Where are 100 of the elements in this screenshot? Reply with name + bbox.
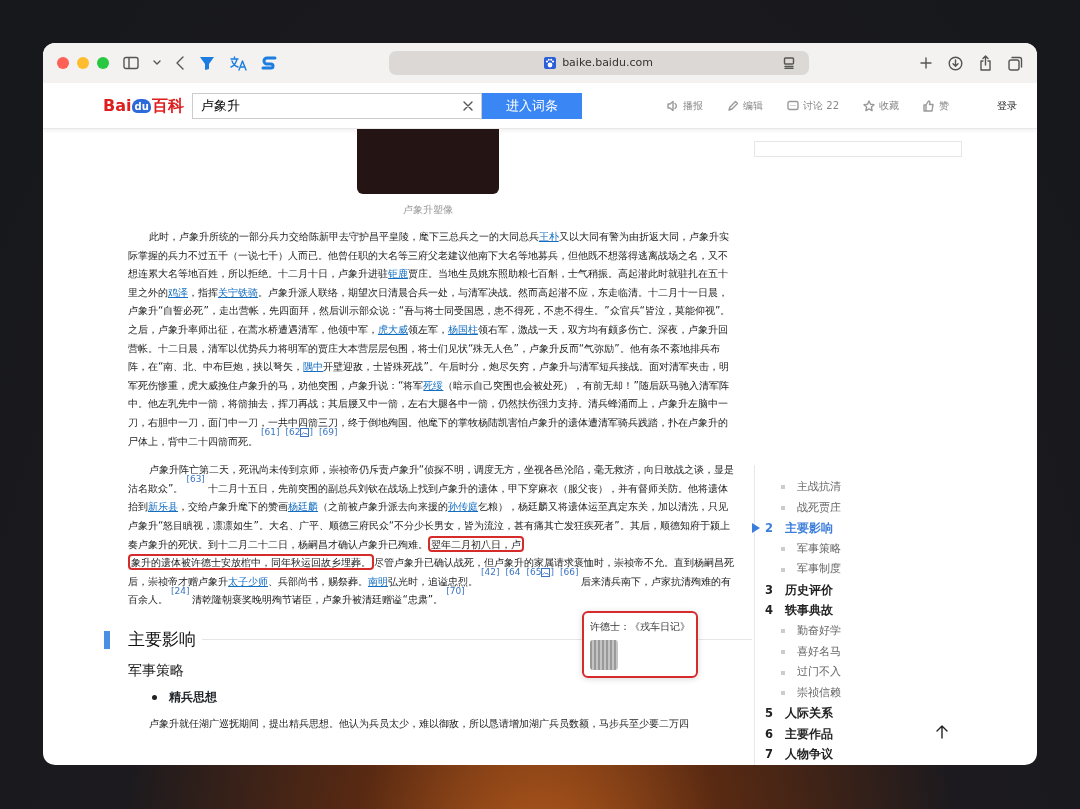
chevron-down-icon[interactable] <box>153 60 161 66</box>
toc-item-title: 军事制度 <box>797 561 841 578</box>
text-link[interactable]: 王朴 <box>538 230 559 242</box>
highlighted-text: 翌年二月初八日，卢 <box>428 535 524 552</box>
bullet-heading: 精兵思想 <box>169 689 217 707</box>
speaker-icon[interactable] <box>667 99 680 112</box>
text-link[interactable]: 死绥 <box>423 378 444 391</box>
toc-item[interactable]: 勤奋好学 <box>765 621 962 642</box>
text-link[interactable]: 新乐县 <box>148 500 178 513</box>
citation-link[interactable]: [63] <box>186 474 205 485</box>
text-link[interactable]: 孙传庭 <box>448 500 478 513</box>
triangle-icon <box>752 522 760 533</box>
search-button[interactable]: 进入词条 <box>481 92 582 119</box>
citation-link[interactable]: [42] <box>481 567 500 578</box>
action-link[interactable]: 编辑 <box>743 98 764 113</box>
popup-label: 许德士：《戎车日记》 <box>590 619 690 634</box>
action-link[interactable]: 讨论 22 <box>803 98 839 113</box>
toc-item-title: 战死贾庄 <box>797 499 841 516</box>
toc-item[interactable]: 军事策略 <box>765 538 962 560</box>
toc-item[interactable]: 军事制度 <box>765 559 962 580</box>
action-link[interactable]: 播报 <box>683 98 704 113</box>
paragraph: 卢象升就任湖广巡抚期间，提出精兵思想。他认为兵员太少，难以御敌，所以恳请增加湖广兵员数额，马步兵至少要二万四 <box>147 716 690 732</box>
translate-icon[interactable] <box>229 55 247 71</box>
section-heading: 主要影响 <box>128 627 196 651</box>
text-link[interactable]: 鸡泽 <box>168 285 188 298</box>
text-link[interactable]: 隅中 <box>303 360 324 373</box>
s-logo-icon[interactable] <box>261 55 277 71</box>
citation-link[interactable]: [64 <box>505 567 521 578</box>
funnel-icon[interactable] <box>199 55 215 71</box>
bullet-icon <box>781 691 785 696</box>
toc-item[interactable]: 3 历史评价 <box>765 579 962 601</box>
bullet-icon <box>781 485 785 490</box>
action-link[interactable]: 赞 <box>939 98 949 113</box>
book-thumbnail <box>590 639 618 670</box>
toc-item[interactable]: 5 人际关系 <box>765 703 962 725</box>
toc-title: 主要影响 <box>785 519 833 537</box>
address-bar[interactable]: baike.baidu.com <box>388 51 809 75</box>
citation-link[interactable]: [65 ] <box>526 567 554 578</box>
text-link[interactable]: 杨国柱 <box>448 322 478 335</box>
clear-icon[interactable] <box>462 100 473 111</box>
window-control-button[interactable] <box>97 57 109 69</box>
thumbs-up-icon[interactable] <box>923 99 935 112</box>
star-icon[interactable] <box>863 99 875 112</box>
toc-item[interactable]: 喜好名马 <box>765 641 962 663</box>
toc-number: 4 <box>765 602 773 620</box>
text-link[interactable]: 南明 <box>368 574 388 587</box>
citation-link[interactable]: [66] <box>559 567 579 578</box>
text-link[interactable]: 关宁铁骑 <box>218 285 258 298</box>
toc-item[interactable]: 2 主要影响 <box>765 518 962 539</box>
login-link[interactable]: 登录 <box>997 98 1017 113</box>
bullet-icon <box>781 629 785 634</box>
text-link[interactable]: 杨廷麟 <box>288 500 318 513</box>
toc-title: 人际关系 <box>785 705 833 723</box>
chat-icon[interactable] <box>787 99 800 112</box>
section-marker <box>104 630 110 649</box>
share-icon[interactable] <box>979 55 992 71</box>
reader-icon[interactable] <box>782 57 795 69</box>
image-caption: 卢象升塑像 <box>402 203 454 217</box>
toc-item[interactable]: 战死贾庄 <box>765 497 962 519</box>
toc-item[interactable]: 崇祯信赖 <box>765 682 962 704</box>
toc-item-title: 军事策略 <box>797 540 841 557</box>
toc-item[interactable]: 7 人物争议 <box>765 744 962 765</box>
bullet-icon <box>781 650 785 655</box>
bullet-icon <box>781 547 785 552</box>
plus-icon[interactable] <box>920 57 932 69</box>
action-link[interactable]: 收藏 <box>879 98 899 113</box>
toc-item[interactable]: 过门不入 <box>765 662 962 683</box>
bullet-icon <box>781 670 785 675</box>
toc-item[interactable]: 主战抗清 <box>765 477 962 498</box>
toc-item-title: 崇祯信赖 <box>797 685 841 701</box>
toc-title: 历史评价 <box>785 581 833 599</box>
citation-link[interactable]: [24] <box>171 585 190 596</box>
pencil-icon[interactable] <box>727 99 740 112</box>
download-icon[interactable] <box>948 55 963 71</box>
tabs-icon[interactable] <box>1008 55 1023 71</box>
citation-link[interactable]: [69] <box>318 427 338 438</box>
toc-item[interactable]: 4 轶事典故 <box>765 600 962 622</box>
search-field[interactable]: 卢象升 <box>191 92 482 119</box>
toc-number: 3 <box>765 581 773 599</box>
citation-link[interactable]: [62 ] <box>285 427 313 438</box>
bullet-icon <box>152 694 157 700</box>
logo-text: Bai <box>103 94 132 117</box>
toc-item-title: 主战抗清 <box>797 479 841 496</box>
toc-title: 轶事典故 <box>785 602 833 620</box>
text-link[interactable]: 虎大威 <box>378 322 408 335</box>
toc-number: 7 <box>765 746 773 764</box>
toc-item-title: 勤奋好学 <box>797 623 841 640</box>
text-link[interactable]: 钜鹿 <box>388 267 408 280</box>
toc-item-title: 过门不入 <box>797 664 841 681</box>
toc-number: 6 <box>765 725 773 743</box>
sidebar-icon[interactable] <box>123 56 139 70</box>
toc-number: 5 <box>765 705 773 723</box>
toc-item-title: 喜好名马 <box>797 643 841 660</box>
citation-link[interactable]: [70] <box>446 585 465 596</box>
window-control-button[interactable] <box>57 57 69 69</box>
paw-icon <box>544 57 557 69</box>
toc-item[interactable]: 6 主要作品 <box>765 724 962 745</box>
bullet-icon <box>781 567 785 572</box>
highlighted-text: 象升的遗体被许德士安放棺中，同年秋运回故乡埋葬。 <box>128 554 374 571</box>
text-link[interactable]: 太子少师 <box>228 574 268 587</box>
